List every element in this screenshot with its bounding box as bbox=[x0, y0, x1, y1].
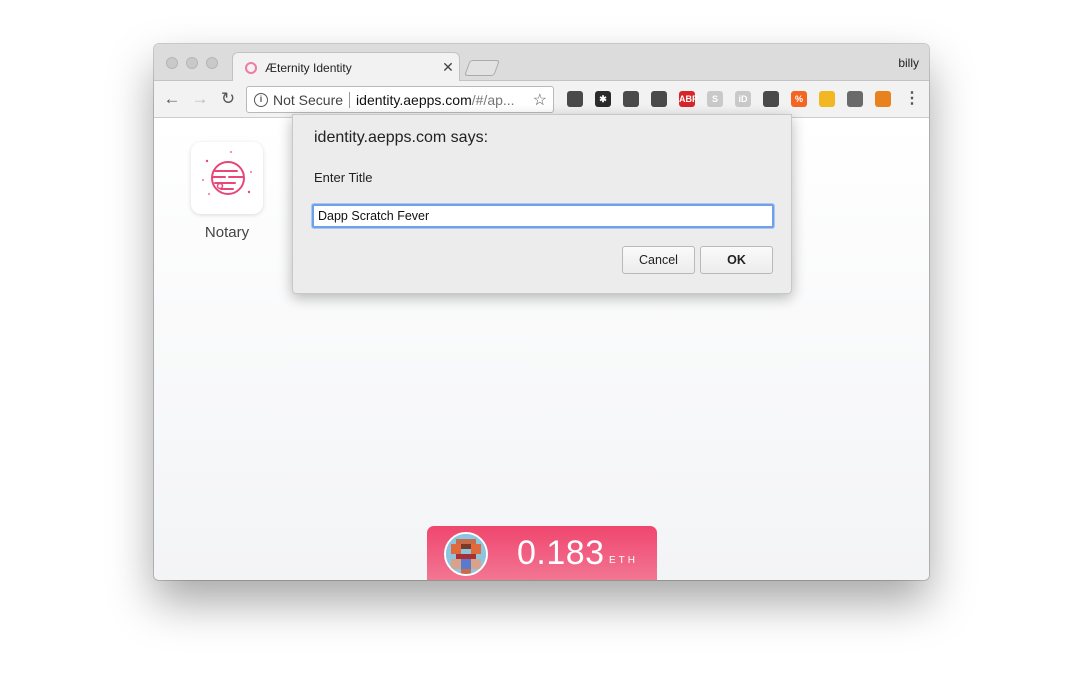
app-label-notary[interactable]: Notary bbox=[184, 224, 270, 241]
pocket-icon[interactable] bbox=[623, 91, 639, 107]
ghost-icon[interactable] bbox=[847, 91, 863, 107]
menu-kebab-icon[interactable]: ⋮ bbox=[902, 89, 922, 109]
extension-asterisk-icon[interactable]: ✱ bbox=[595, 91, 611, 107]
tab-strip: Æternity Identity ✕ billy bbox=[154, 44, 929, 82]
title-input[interactable] bbox=[312, 204, 774, 228]
identity-avatar[interactable] bbox=[444, 532, 488, 576]
dialog-message: Enter Title bbox=[314, 170, 373, 185]
aeternity-favicon-icon bbox=[245, 61, 257, 74]
browser-toolbar: ← → ↻ i Not Secure identity.aepps.com/#/… bbox=[154, 81, 929, 118]
security-status[interactable]: Not Secure bbox=[273, 92, 343, 108]
tab-aeternity-identity[interactable]: Æternity Identity ✕ bbox=[232, 52, 460, 82]
notary-app-tile[interactable] bbox=[191, 142, 263, 214]
forward-arrow-icon[interactable]: → bbox=[190, 89, 210, 109]
close-window-button[interactable] bbox=[166, 57, 178, 69]
balance-bar[interactable]: 0.183 ETH bbox=[427, 526, 657, 580]
info-icon[interactable]: i bbox=[254, 92, 268, 107]
metamask-fox-icon[interactable] bbox=[875, 91, 891, 107]
bitwarden-icon[interactable] bbox=[651, 91, 667, 107]
address-bar[interactable]: i Not Secure identity.aepps.com/#/ap... … bbox=[246, 86, 554, 113]
back-arrow-icon[interactable]: ← bbox=[162, 89, 182, 109]
zoom-window-button[interactable] bbox=[206, 57, 218, 69]
tab-close-icon[interactable]: ✕ bbox=[437, 59, 459, 76]
profile-name[interactable]: billy bbox=[898, 56, 919, 70]
balance-value: 0.183 bbox=[517, 534, 605, 572]
notes-icon[interactable] bbox=[819, 91, 835, 107]
skype-icon[interactable]: S bbox=[707, 91, 723, 107]
1password-icon[interactable] bbox=[567, 91, 583, 107]
address-separator bbox=[349, 91, 351, 108]
evernote-icon[interactable] bbox=[763, 91, 779, 107]
adblock-plus-icon[interactable]: ABP bbox=[679, 91, 698, 107]
balance-unit: ETH bbox=[609, 555, 638, 566]
new-tab-button[interactable] bbox=[464, 60, 500, 76]
ok-button[interactable]: OK bbox=[700, 246, 773, 274]
cancel-button[interactable]: Cancel bbox=[622, 246, 695, 274]
identity-id-icon[interactable]: iD bbox=[735, 91, 751, 107]
bookmark-star-icon[interactable]: ☆ bbox=[533, 90, 547, 110]
prompt-dialog: identity.aepps.com says: Enter Title Can… bbox=[292, 114, 792, 294]
reload-icon[interactable]: ↻ bbox=[218, 89, 238, 109]
percent-icon[interactable]: % bbox=[791, 91, 807, 107]
url-path: /#/ap... bbox=[471, 91, 515, 108]
tab-title: Æternity Identity bbox=[265, 60, 352, 75]
url-host: identity.aepps.com bbox=[356, 91, 472, 108]
dialog-title: identity.aepps.com says: bbox=[314, 129, 489, 146]
minimize-window-button[interactable] bbox=[186, 57, 198, 69]
planet-icon bbox=[202, 151, 252, 195]
